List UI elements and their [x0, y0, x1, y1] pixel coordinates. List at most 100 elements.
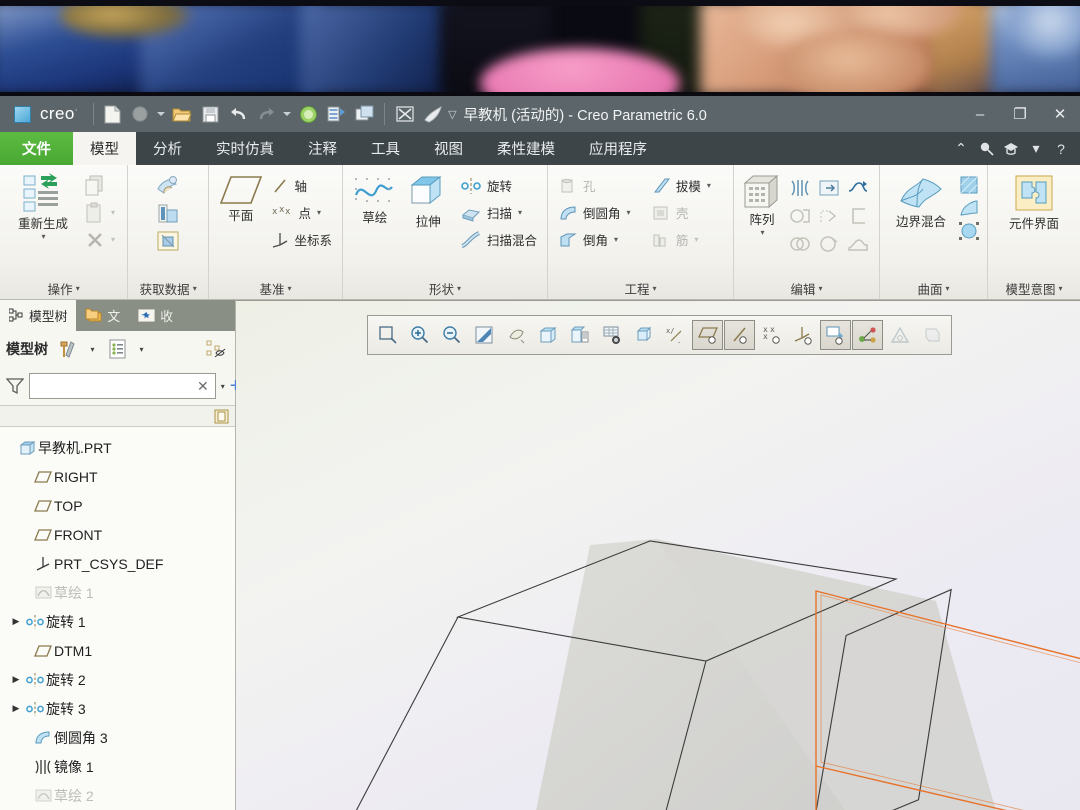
- tab-tools[interactable]: 工具: [354, 132, 417, 165]
- mirror-icon[interactable]: [786, 174, 814, 201]
- tree-row-revolve-1[interactable]: ▶ 旋转 1: [0, 607, 235, 636]
- window-list-icon[interactable]: [323, 101, 349, 127]
- tree-row-mirror-1[interactable]: 镜像 1: [0, 752, 235, 781]
- draft-caret-icon[interactable]: ▾: [707, 181, 711, 190]
- sketch-button[interactable]: 草绘: [350, 171, 400, 226]
- datum-display-icon[interactable]: x/.: [660, 320, 691, 350]
- shell-button[interactable]: 壳: [648, 200, 726, 225]
- filter-icon[interactable]: [6, 377, 24, 395]
- tab-applications[interactable]: 应用程序: [572, 132, 664, 165]
- minimize-button[interactable]: –: [960, 96, 1000, 132]
- ribbon-group-title-datum[interactable]: 基准 ▾: [209, 277, 342, 299]
- repaint-icon[interactable]: [468, 320, 499, 350]
- view-manager-icon[interactable]: [596, 320, 627, 350]
- chamfer-button[interactable]: 倒角 ▾: [555, 227, 645, 252]
- warning-icon[interactable]: [884, 320, 915, 350]
- extend-icon[interactable]: [844, 174, 872, 201]
- tree-columns-icon[interactable]: [214, 409, 229, 424]
- project-icon[interactable]: [815, 202, 843, 229]
- redo-caret-icon[interactable]: [281, 101, 293, 127]
- ribbon-group-title-engineering[interactable]: 工程 ▾: [548, 277, 733, 299]
- search-input-wrapper[interactable]: ✕: [29, 373, 216, 399]
- swept-blend-button[interactable]: 扫描混合: [457, 227, 540, 252]
- paste-button[interactable]: ▾: [82, 200, 118, 225]
- freestyle-icon[interactable]: [958, 221, 980, 241]
- zoom-in-icon[interactable]: [404, 320, 435, 350]
- settings-caret-icon[interactable]: ▾: [135, 337, 148, 361]
- spin-center-icon[interactable]: [500, 320, 531, 350]
- rib-button[interactable]: 筋 ▾: [648, 227, 726, 252]
- thicken-icon[interactable]: [844, 230, 872, 257]
- boundary-blend-button[interactable]: 边界混合: [887, 171, 955, 230]
- undo-icon[interactable]: [225, 101, 251, 127]
- tree-row-sketch-1[interactable]: 草绘 1: [0, 578, 235, 607]
- tree-arrow[interactable]: ▶: [8, 616, 24, 627]
- annotation-display-icon[interactable]: [820, 320, 851, 350]
- open-file-icon[interactable]: [169, 101, 195, 127]
- pattern-button[interactable]: 阵列 ▾: [741, 171, 783, 237]
- offset-edge-icon[interactable]: [844, 202, 872, 229]
- nav-tab-folder-browser[interactable]: 文: [76, 300, 129, 331]
- csys-display-icon[interactable]: [788, 320, 819, 350]
- tools-caret-icon[interactable]: ▾: [86, 337, 99, 361]
- nav-tab-favorites[interactable]: 收: [129, 300, 182, 331]
- hole-button[interactable]: 孔: [555, 173, 645, 198]
- filter-caret-icon[interactable]: ▾: [221, 374, 225, 398]
- ribbon-group-title-editing[interactable]: 编辑 ▾: [734, 277, 879, 299]
- ribbon-group-title-shapes[interactable]: 形状 ▾: [343, 277, 547, 299]
- maximize-button[interactable]: ❐: [1000, 96, 1040, 132]
- tree-row-round-3[interactable]: 倒圆角 3: [0, 723, 235, 752]
- section-icon[interactable]: [916, 320, 947, 350]
- tree-row-part[interactable]: 早教机.PRT: [0, 433, 235, 462]
- chamfer-caret-icon[interactable]: ▾: [614, 235, 618, 244]
- spin-center-toggle-icon[interactable]: [852, 320, 883, 350]
- ribbon-group-title-model-intent[interactable]: 模型意图 ▾: [988, 277, 1080, 299]
- open-session-caret-icon[interactable]: [155, 101, 167, 127]
- tree-arrow[interactable]: ▶: [8, 703, 24, 714]
- ribbon-group-title-operations[interactable]: 操作 ▾: [0, 277, 127, 299]
- tab-file[interactable]: 文件: [0, 132, 73, 165]
- sweep-button[interactable]: 扫描 ▾: [457, 200, 540, 225]
- paste-caret-icon[interactable]: ▾: [111, 208, 115, 217]
- style-surface-icon[interactable]: [958, 198, 980, 218]
- draft-button[interactable]: 拔模 ▾: [648, 173, 726, 198]
- window-switch-icon[interactable]: [351, 101, 377, 127]
- fill-surface-icon[interactable]: [958, 175, 980, 195]
- datum-csys-button[interactable]: 坐标系: [268, 227, 335, 252]
- refit-icon[interactable]: [372, 320, 403, 350]
- delete-button[interactable]: ▾: [82, 227, 118, 252]
- tab-model[interactable]: 模型: [73, 132, 136, 165]
- tab-annotate[interactable]: 注释: [291, 132, 354, 165]
- regenerate-icon[interactable]: [295, 101, 321, 127]
- plane-display-icon[interactable]: [692, 320, 723, 350]
- settings-list-icon[interactable]: [105, 337, 129, 361]
- rib-caret-icon[interactable]: ▾: [694, 235, 698, 244]
- search-icon[interactable]: [975, 132, 997, 165]
- ribbon-group-title-surfaces[interactable]: 曲面 ▾: [880, 277, 987, 299]
- pattern-caret-icon[interactable]: ▾: [760, 228, 764, 237]
- datum-point-caret-icon[interactable]: ▾: [317, 208, 321, 217]
- save-icon[interactable]: [197, 101, 223, 127]
- close-button[interactable]: ✕: [1040, 96, 1080, 132]
- tree-row-dtm1[interactable]: DTM1: [0, 636, 235, 665]
- hide-tree-icon[interactable]: [205, 337, 229, 361]
- tree-row-top[interactable]: TOP: [0, 491, 235, 520]
- help-book-icon[interactable]: [420, 101, 446, 127]
- tree-row-revolve-3[interactable]: ▶ 旋转 3: [0, 694, 235, 723]
- tree-row-front[interactable]: FRONT: [0, 520, 235, 549]
- trim-icon[interactable]: [815, 174, 843, 201]
- tree-row-sketch-2[interactable]: 草绘 2: [0, 781, 235, 810]
- import-icon[interactable]: [155, 175, 181, 199]
- redo-icon[interactable]: [253, 101, 279, 127]
- solidify-icon[interactable]: [815, 230, 843, 257]
- point-display-icon[interactable]: xxx: [756, 320, 787, 350]
- merge-icon[interactable]: [786, 230, 814, 257]
- tree-row-right[interactable]: RIGHT: [0, 462, 235, 491]
- datum-plane-button[interactable]: 平面: [216, 171, 265, 224]
- tree-row-csys[interactable]: PRT_CSYS_DEF: [0, 549, 235, 578]
- tree-row-revolve-2[interactable]: ▶ 旋转 2: [0, 665, 235, 694]
- tools-icon[interactable]: [56, 337, 80, 361]
- open-session-icon[interactable]: [127, 101, 153, 127]
- ribbon-group-title-get-data[interactable]: 获取数据 ▾: [128, 277, 208, 299]
- clear-icon[interactable]: ✕: [195, 378, 211, 395]
